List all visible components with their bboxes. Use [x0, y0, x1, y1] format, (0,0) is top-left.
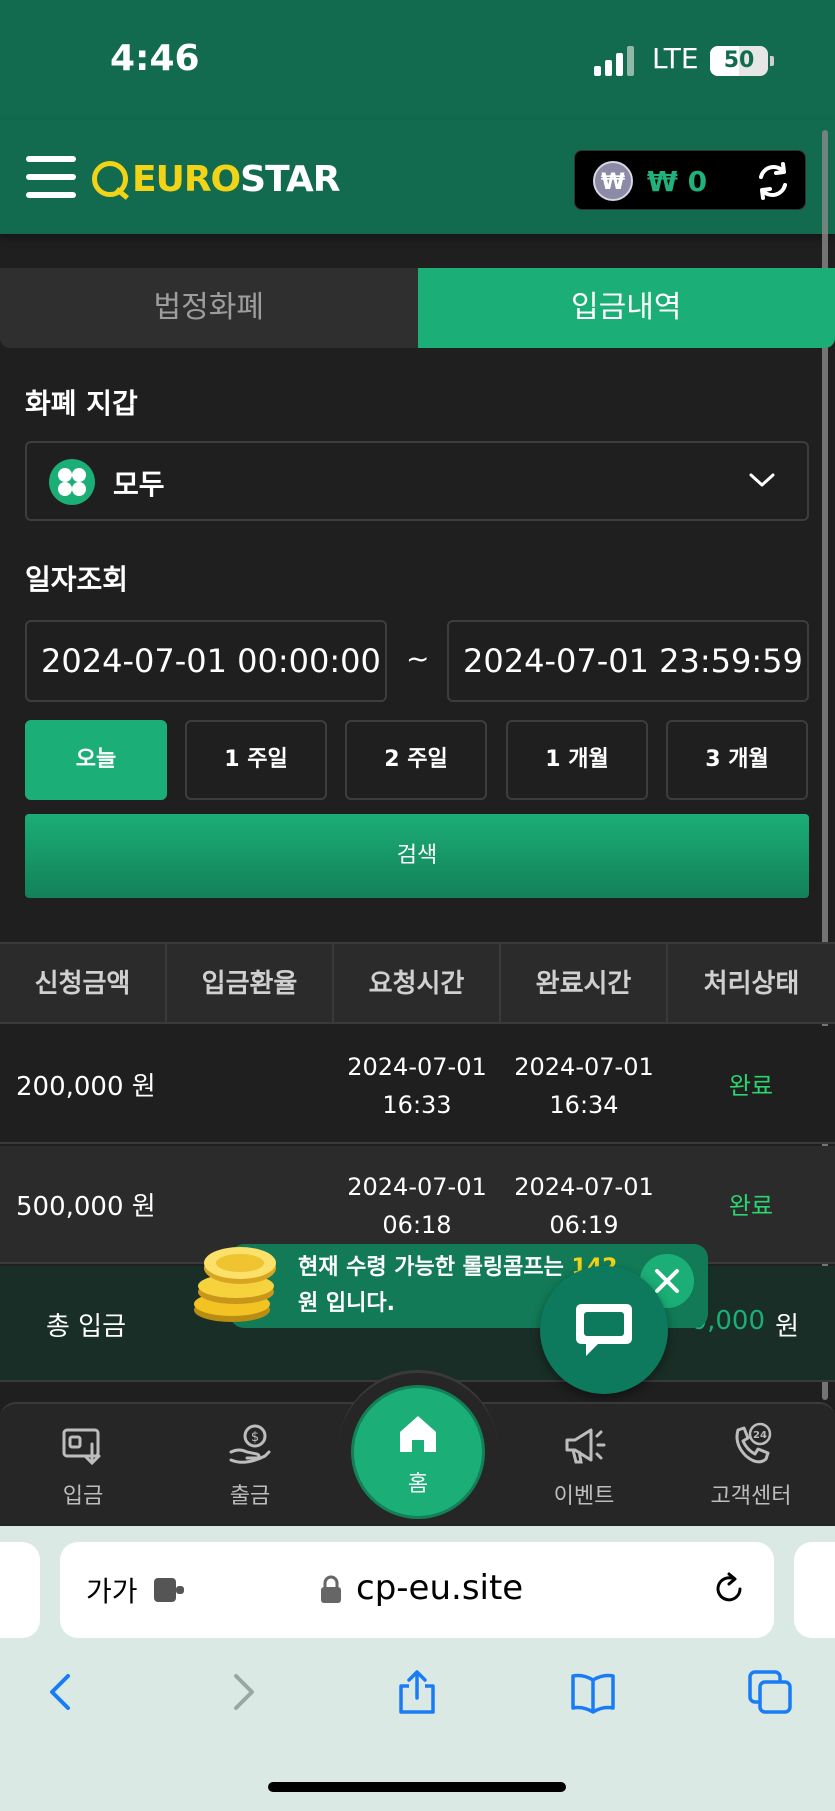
megaphone-icon [565, 1428, 606, 1464]
bookmarks-icon[interactable] [569, 1668, 617, 1716]
complete-clock: 16:34 [549, 1091, 619, 1119]
svg-text:$: $ [251, 1430, 259, 1445]
nav-event[interactable]: 이벤트 [501, 1422, 667, 1510]
row-complete-time: 2024-07-01 16:34 [501, 1048, 667, 1124]
text-size-button[interactable]: 가가 [86, 1570, 138, 1610]
end-date-input[interactable] [447, 620, 809, 702]
range-1-week-button[interactable]: 1 주일 [185, 720, 327, 800]
home-icon [400, 1416, 436, 1452]
table-header: 신청금액 입금환율 요청시간 완료시간 처리상태 [0, 942, 835, 1024]
tab-deposit-history[interactable]: 입금내역 [417, 268, 835, 348]
grid-icon [49, 459, 95, 505]
complete-clock: 06:19 [549, 1211, 619, 1239]
share-icon[interactable] [393, 1668, 441, 1716]
row-request-time: 2024-07-01 16:33 [334, 1048, 500, 1124]
deposit-icon [62, 1428, 101, 1466]
row-status: 완료 [728, 1192, 774, 1220]
nav-home[interactable]: 홈 [354, 1388, 482, 1516]
refresh-icon[interactable] [753, 161, 793, 201]
toast-line-1: 현재 수령 가능한 롤링콤프는 [298, 1255, 572, 1280]
wallet-select-value: 모두 [113, 468, 165, 501]
svg-text:24: 24 [753, 1430, 767, 1441]
request-date: 2024-07-01 [347, 1173, 487, 1201]
wallet-select[interactable]: 모두 [25, 441, 809, 521]
nav-deposit-label: 입금 [62, 1484, 104, 1509]
nav-support[interactable]: 24 고객센터 [668, 1422, 834, 1510]
row-complete-time: 2024-07-01 06:19 [501, 1168, 667, 1244]
range-today-button[interactable]: 오늘 [25, 720, 167, 800]
previous-tab-preview[interactable] [0, 1542, 40, 1638]
row-amount: 200,000 원 [16, 1072, 156, 1102]
address-bar[interactable]: 가가 cp-eu.site [60, 1542, 774, 1638]
total-label: 총 입금 [46, 1312, 127, 1342]
nav-withdraw-label: 출금 [229, 1484, 271, 1509]
row-amount: 500,000 원 [16, 1192, 156, 1222]
row-status: 완료 [728, 1072, 774, 1100]
tabs-icon[interactable] [746, 1668, 794, 1716]
date-filter-label: 일자조회 [25, 563, 129, 596]
network-type: LTE [652, 42, 699, 75]
withdraw-icon: $ [229, 1424, 271, 1464]
nav-deposit[interactable]: 입금 [0, 1422, 166, 1510]
date-separator: ~ [406, 642, 430, 675]
reload-icon[interactable] [710, 1570, 748, 1608]
back-icon[interactable] [38, 1668, 86, 1716]
logo-q-icon [92, 161, 128, 197]
extension-icon[interactable] [152, 1576, 186, 1604]
nav-support-label: 고객센터 [710, 1484, 792, 1509]
complete-date: 2024-07-01 [514, 1173, 654, 1201]
nav-event-label: 이벤트 [553, 1484, 615, 1509]
range-3-months-button[interactable]: 3 개월 [666, 720, 808, 800]
request-clock: 16:33 [382, 1091, 452, 1119]
forward-icon[interactable] [218, 1668, 266, 1716]
home-indicator [268, 1782, 566, 1792]
column-header-complete-time: 완료시간 [501, 944, 668, 1024]
range-2-weeks-button[interactable]: 2 주일 [345, 720, 487, 800]
column-header-request-time: 요청시간 [334, 944, 501, 1024]
request-date: 2024-07-01 [347, 1053, 487, 1081]
live-chat-button[interactable] [540, 1266, 668, 1394]
support-24-icon: 24 [735, 1422, 772, 1464]
lock-icon [321, 1575, 341, 1603]
logo-text-euro: EURO [132, 158, 241, 200]
gold-coins-icon [194, 1247, 276, 1322]
chevron-down-icon [749, 473, 775, 487]
start-date-input[interactable] [25, 620, 387, 702]
battery-percent: 50 [723, 48, 755, 73]
logo-text-star: STAR [240, 158, 340, 200]
complete-date: 2024-07-01 [514, 1053, 654, 1081]
search-button[interactable]: 검색 [25, 814, 809, 898]
total-unit: 원 [775, 1312, 799, 1342]
battery-icon: 50 [710, 46, 774, 76]
next-tab-preview[interactable] [794, 1542, 835, 1638]
eurostar-logo[interactable]: EURO STAR [92, 156, 340, 202]
clock: 4:46 [110, 38, 200, 79]
cellular-signal-icon [594, 46, 634, 76]
balance-value: ₩ 0 [647, 165, 708, 198]
toast-line-2: 원 입니다. [298, 1291, 395, 1316]
column-header-rate: 입금환율 [167, 944, 334, 1024]
range-1-month-button[interactable]: 1 개월 [506, 720, 648, 800]
won-coin-icon: ₩ [593, 161, 633, 201]
wallet-label: 화폐 지갑 [25, 387, 138, 420]
menu-icon[interactable] [26, 156, 76, 202]
column-header-amount: 신청금액 [0, 944, 167, 1024]
row-request-time: 2024-07-01 06:18 [334, 1168, 500, 1244]
nav-home-label: 홈 [407, 1472, 429, 1497]
table-row: 200,000 원 2024-07-01 16:33 2024-07-01 16… [0, 1026, 835, 1144]
balance-widget: ₩ ₩ 0 [574, 150, 806, 210]
url-text: cp-eu.site [356, 1568, 524, 1608]
column-header-status: 처리상태 [703, 969, 800, 999]
chat-bubble-icon [576, 1304, 632, 1356]
tab-fiat[interactable]: 법정화폐 [0, 268, 418, 348]
request-clock: 06:18 [382, 1211, 452, 1239]
nav-withdraw[interactable]: $ 출금 [167, 1422, 333, 1510]
tab-bar: 법정화폐 입금내역 [0, 268, 835, 348]
app-header: EURO STAR ₩ ₩ 0 [0, 120, 835, 234]
